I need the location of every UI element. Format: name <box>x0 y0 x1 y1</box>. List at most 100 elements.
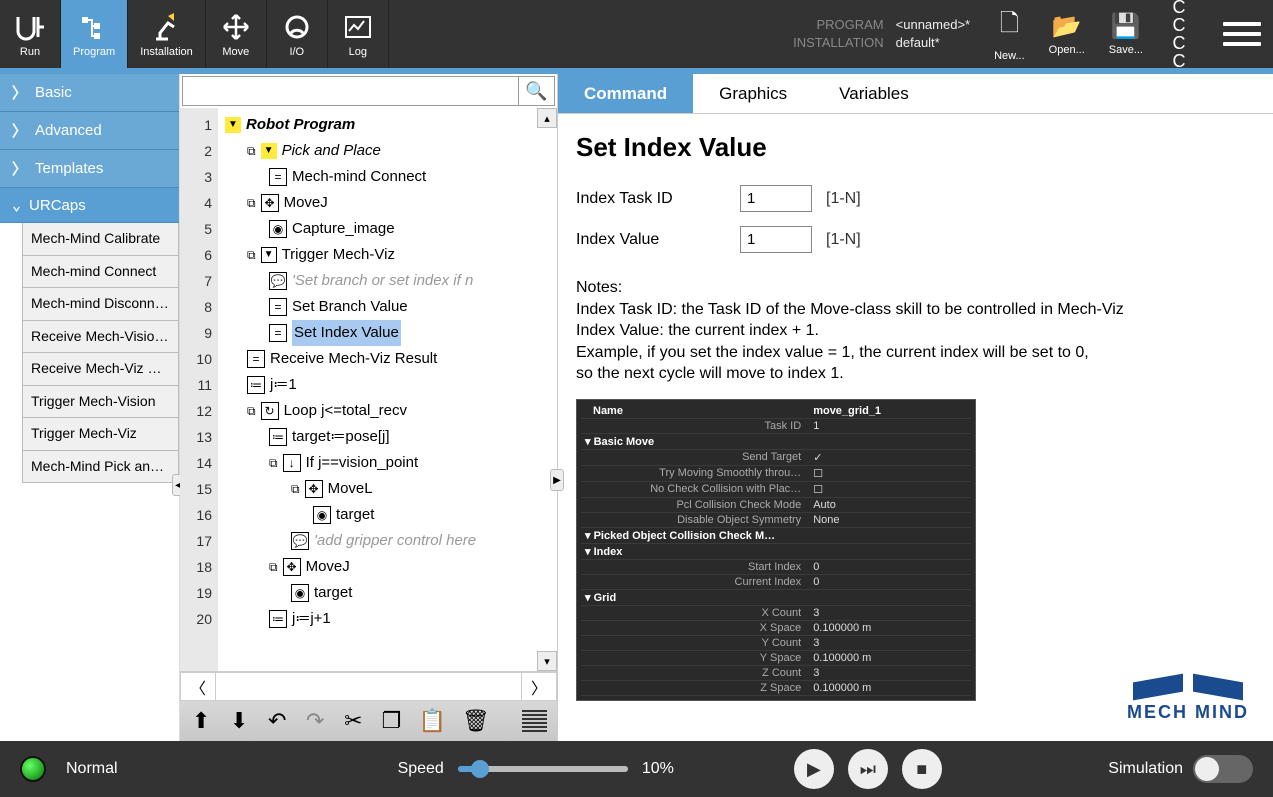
node-icon: = <box>269 168 287 186</box>
notes-line: so the next cycle will move to index 1. <box>576 363 1255 385</box>
node-label: Receive Mech-Viz Result <box>270 346 437 372</box>
node-label: If j==vision_point <box>306 450 419 476</box>
tree-row[interactable]: =Set Index Value <box>218 320 557 346</box>
sidebar-cat-templates[interactable]: 〉Templates <box>0 150 179 188</box>
play-button[interactable]: ▶ <box>794 749 834 789</box>
search-button[interactable]: 🔍 <box>518 77 554 105</box>
zoom-button[interactable] <box>522 710 547 732</box>
tree-row[interactable]: =Set Branch Value <box>218 294 557 320</box>
next-button[interactable]: 〉 <box>521 672 557 701</box>
simulation-toggle[interactable] <box>1193 755 1253 783</box>
tree-row[interactable]: 💬'Set branch or set index if n <box>218 268 557 294</box>
move-down-button[interactable]: ⬇ <box>228 707 250 735</box>
new-button[interactable]: 🗋New... <box>994 6 1025 62</box>
sidebar-cat-basic[interactable]: 〉Basic <box>0 74 179 112</box>
urcap-item[interactable]: Receive Mech-Visio… <box>22 321 179 354</box>
mechviz-preview: Namemove_grid_1Task ID1▾ Basic MoveSend … <box>576 399 976 701</box>
tree-row[interactable]: =Receive Mech-Viz Result <box>218 346 557 372</box>
tab-label: Log <box>349 46 367 58</box>
tab-program[interactable]: Program <box>61 0 128 68</box>
sidebar-cat-advanced[interactable]: 〉Advanced <box>0 112 179 150</box>
tree-row[interactable]: ≔j≔j+1 <box>218 606 557 632</box>
urcap-item[interactable]: Mech-mind Disconnect <box>22 288 179 321</box>
speed-value: 10% <box>642 760 674 778</box>
tree-row[interactable]: ⧉✥MoveJ <box>218 190 557 216</box>
ur-logo-icon <box>12 11 48 43</box>
tree-row[interactable]: ⧉✥MoveL <box>218 476 557 502</box>
tree-row[interactable]: ≔target≔pose[j] <box>218 424 557 450</box>
logo-text: MECH MIND <box>1127 702 1249 723</box>
detail-tabs: Command Graphics Variables <box>558 74 1273 114</box>
node-label: 'Set branch or set index if n <box>292 268 473 294</box>
expand-icon[interactable]: ▼ <box>261 143 277 159</box>
file-new-icon: 🗋 <box>1000 6 1019 47</box>
tab-command[interactable]: Command <box>558 74 693 113</box>
node-label: Pick and Place <box>282 138 381 164</box>
open-button[interactable]: 📂Open... <box>1049 12 1085 56</box>
cat-label: Templates <box>35 160 103 177</box>
node-label: Robot Program <box>246 112 355 138</box>
tab-installation[interactable]: Installation <box>128 0 206 68</box>
node-icon: ◉ <box>269 220 287 238</box>
undo-button[interactable]: ↶ <box>266 707 288 735</box>
tab-graphics[interactable]: Graphics <box>693 74 813 113</box>
expand-icon[interactable]: ▼ <box>261 247 277 263</box>
tree-row[interactable]: ⧉▼Pick and Place <box>218 138 557 164</box>
search-input[interactable] <box>183 77 518 105</box>
tree-row[interactable]: =Mech-mind Connect <box>218 164 557 190</box>
tree-row[interactable]: ◉Capture_image <box>218 216 557 242</box>
tab-log[interactable]: Log <box>328 0 389 68</box>
status-led-icon <box>20 756 46 782</box>
delete-button[interactable]: 🗑 <box>462 707 490 735</box>
tab-io[interactable]: I/O <box>267 0 328 68</box>
urcap-item[interactable]: Mech-Mind Calibrate <box>22 223 179 256</box>
urcap-item[interactable]: Mech-mind Connect <box>22 256 179 289</box>
sidebar: 〉Basic 〉Advanced 〉Templates ⌄URCaps Mech… <box>0 74 180 741</box>
node-label: target <box>314 580 352 606</box>
expand-icon[interactable]: ▼ <box>225 117 241 133</box>
stop-button[interactable]: ■ <box>902 749 942 789</box>
move-up-button[interactable]: ⬆ <box>190 707 212 735</box>
node-label: Trigger Mech-Viz <box>282 242 395 268</box>
tab-move[interactable]: Move <box>206 0 267 68</box>
scroll-down-button[interactable]: ▾ <box>537 651 557 671</box>
urcap-item[interactable]: Trigger Mech-Viz <box>22 418 179 451</box>
pin-icon: ⧉ <box>247 398 256 424</box>
tree-row[interactable]: 💬'add gripper control here <box>218 528 557 554</box>
node-icon: ≔ <box>269 610 287 628</box>
urcap-item[interactable]: Trigger Mech-Vision <box>22 386 179 419</box>
node-label: Set Branch Value <box>292 294 408 320</box>
tree-row[interactable]: ◉target <box>218 502 557 528</box>
program-tree-panel: 🔍 1234567891011121314151617181920 ▼Robot… <box>180 74 558 741</box>
tree-splitter[interactable]: ▶ <box>550 469 564 491</box>
tab-run[interactable]: Run <box>0 0 61 68</box>
tree-row[interactable]: ▼ Robot Program <box>218 112 557 138</box>
tab-variables[interactable]: Variables <box>813 74 935 113</box>
index-value-input[interactable] <box>740 226 812 253</box>
speed-slider[interactable] <box>458 766 628 772</box>
tree-row[interactable]: ≔j≔1 <box>218 372 557 398</box>
scroll-up-button[interactable]: ▴ <box>537 108 557 128</box>
urcap-item[interactable]: Receive Mech-Viz R… <box>22 353 179 386</box>
prev-button[interactable]: 〈 <box>180 672 216 701</box>
menu-hamburger-icon[interactable] <box>1223 22 1261 46</box>
urcap-item[interactable]: Mech-Mind Pick and P… <box>22 451 179 484</box>
chevron-right-icon: 〉 <box>12 120 27 141</box>
tree-row[interactable]: ⧉↓If j==vision_point <box>218 450 557 476</box>
cut-button[interactable]: ✂ <box>342 707 364 735</box>
copy-button[interactable]: ❐ <box>380 707 402 735</box>
save-button[interactable]: 💾Save... <box>1109 12 1143 56</box>
installation-label: INSTALLATION <box>793 34 884 52</box>
node-icon: ✥ <box>283 558 301 576</box>
tree-row[interactable]: ⧉▼Trigger Mech-Viz <box>218 242 557 268</box>
save-disk-icon: 💾 <box>1111 12 1141 41</box>
tree-row[interactable]: ◉ target <box>218 580 557 606</box>
index-task-id-input[interactable] <box>740 185 812 212</box>
tree-row[interactable]: ⧉✥MoveJ <box>218 554 557 580</box>
node-icon: ◉ <box>291 584 309 602</box>
sidebar-cat-urcaps[interactable]: ⌄URCaps <box>0 188 179 223</box>
step-button[interactable]: ⏭ <box>848 749 888 789</box>
tree-row[interactable]: ⧉↻Loop j<=total_recv <box>218 398 557 424</box>
redo-button[interactable]: ↷ <box>304 707 326 735</box>
paste-button[interactable]: 📋 <box>418 707 445 735</box>
